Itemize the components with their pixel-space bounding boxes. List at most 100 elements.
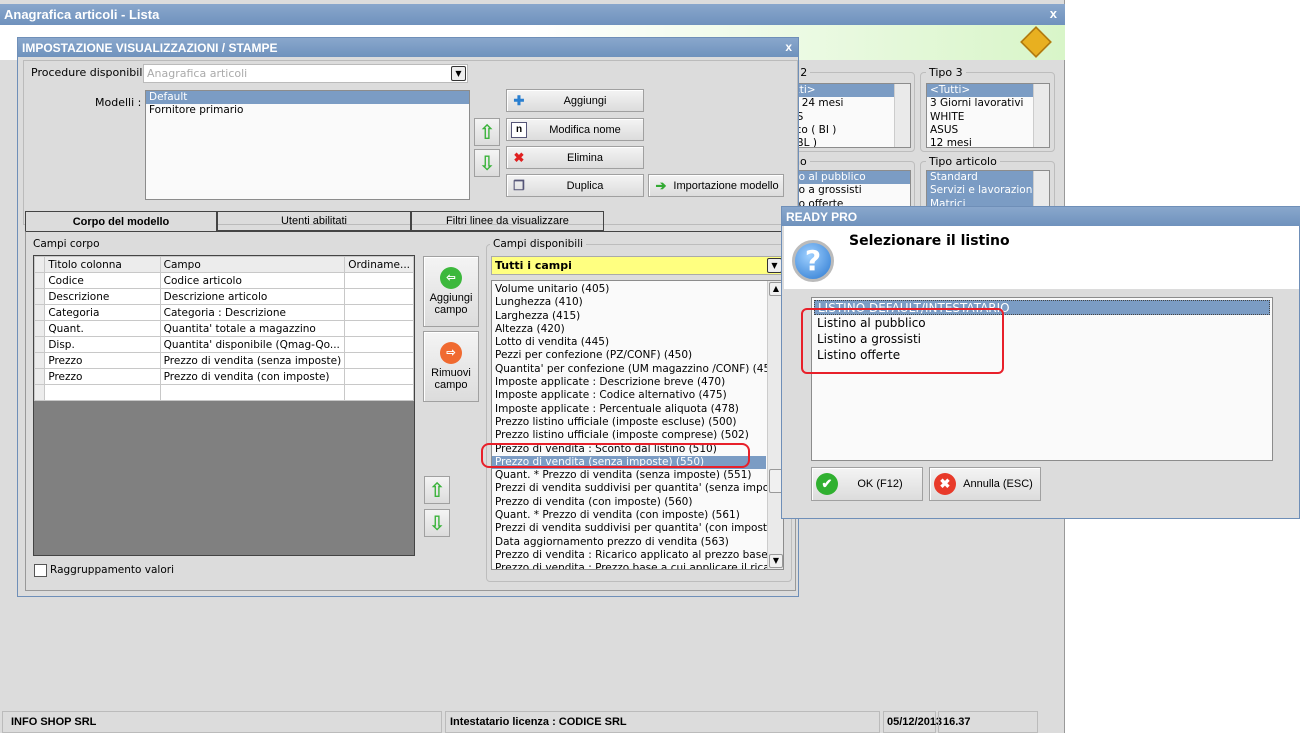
list-item[interactable]: 3 Giorni lavorativi [927, 97, 1049, 110]
scrollbar[interactable] [1033, 171, 1049, 209]
list-item[interactable]: Prezzi di vendita suddivisi per quantita… [492, 482, 783, 495]
list-item[interactable]: Data aggiornamento prezzo di vendita (56… [492, 536, 766, 549]
chevron-down-icon[interactable]: ▼ [767, 258, 782, 273]
list-item[interactable]: WHITE [927, 111, 1049, 124]
scrollbar[interactable] [1033, 84, 1049, 147]
list-item[interactable]: 12 mesi [927, 137, 1049, 147]
list-item[interactable]: Imposte applicate : Percentuale aliquota… [492, 403, 766, 416]
move-up-button[interactable]: ⇧ [474, 118, 500, 146]
table-cell[interactable] [344, 352, 414, 369]
table-cell[interactable]: Prezzo di vendita (con imposte) [159, 368, 346, 385]
table-cell[interactable]: Quantita' totale a magazzino [159, 320, 346, 337]
chevron-down-icon[interactable]: ▼ [451, 66, 466, 81]
filter-select[interactable]: Tutti i campi ▼ [491, 256, 784, 275]
list-item[interactable]: Servizi e lavorazioni [927, 184, 1049, 198]
list-item[interactable]: Fornitore primario [146, 104, 469, 117]
table-cell[interactable]: Codice articolo [159, 272, 346, 289]
table-cell[interactable]: Descrizione articolo [159, 288, 346, 305]
ok-button[interactable]: ✔ OK (F12) [811, 467, 923, 501]
table-cell[interactable] [344, 368, 414, 385]
table-row[interactable]: Descrizione Descrizione articolo [33, 288, 414, 305]
tipo3-list[interactable]: <Tutti> 3 Giorni lavorativi WHITE ASUS 1… [926, 83, 1050, 148]
column-header[interactable]: Ordiname... [344, 256, 414, 273]
listino-bg-list[interactable]: ino al pubblico ino a grossisti ino offe… [785, 170, 911, 210]
list-item[interactable]: Imposte applicate : Descrizione breve (4… [492, 376, 766, 389]
table-cell[interactable] [344, 320, 414, 337]
table-row[interactable]: Quant. Quantita' totale a magazzino [33, 320, 414, 337]
list-item[interactable]: Prezzo di vendita : Prezzo base a cui ap… [492, 562, 783, 569]
field-down-button[interactable]: ⇩ [424, 509, 450, 537]
table-cell[interactable]: Codice [44, 272, 161, 289]
list-item[interactable]: Prezzo di vendita : Ricarico applicato a… [492, 549, 783, 562]
move-down-button[interactable]: ⇩ [474, 149, 500, 177]
list-item[interactable]: ( BL ) [786, 137, 910, 147]
row-header[interactable] [33, 336, 46, 353]
duplica-button[interactable]: ❐ Duplica [506, 174, 644, 197]
table-cell[interactable] [344, 304, 414, 321]
tipo-articolo-list[interactable]: Standard Servizi e lavorazioni Matrici [926, 170, 1050, 210]
importazione-button[interactable]: ➔ Importazione modello [648, 174, 784, 197]
table-row[interactable]: Prezzo Prezzo di vendita (con imposte) [33, 368, 414, 385]
list-item[interactable]: Altezza (420) [492, 323, 766, 336]
tipo2-list[interactable]: utti> ia 24 mesi US nco ( BI ) ( BL ) [785, 83, 911, 148]
list-item[interactable]: Prezzo listino ufficiale (imposte compre… [492, 429, 766, 442]
table-row[interactable]: Categoria Categoria : Descrizione [33, 304, 414, 321]
list-item[interactable]: Prezzo di vendita (con imposte) (560) [492, 496, 766, 509]
tab-corpo[interactable]: Corpo del modello [25, 211, 217, 232]
scrollbar[interactable] [894, 84, 910, 147]
row-header[interactable] [33, 384, 46, 401]
table-row[interactable] [33, 384, 414, 401]
table-cell[interactable]: Disp. [44, 336, 161, 353]
list-item[interactable]: US [786, 111, 910, 124]
table-cell[interactable]: Categoria : Descrizione [159, 304, 346, 321]
aggiungi-button[interactable]: ✚ Aggiungi [506, 89, 644, 112]
table-cell[interactable]: Quantita' disponibile (Qmag-Qo... [159, 336, 346, 353]
table-row[interactable]: Prezzo Prezzo di vendita (senza imposte) [33, 352, 414, 369]
table-cell[interactable] [344, 288, 414, 305]
list-item[interactable]: Quantita' per confezione (UM magazzino /… [492, 363, 781, 376]
table-cell[interactable] [344, 384, 414, 401]
list-item[interactable]: Lunghezza (410) [492, 296, 766, 309]
row-header[interactable] [33, 368, 46, 385]
table-cell[interactable]: Categoria [44, 304, 161, 321]
list-item[interactable]: ino al pubblico [786, 171, 910, 185]
list-item[interactable]: Prezzo listino ufficiale (imposte esclus… [492, 416, 766, 429]
procedure-select[interactable]: Anagrafica articoli ▼ [143, 64, 468, 83]
list-item[interactable]: <Tutti> [927, 84, 1049, 98]
field-up-button[interactable]: ⇧ [424, 476, 450, 504]
tab-filtri[interactable]: Filtri linee da visualizzare [411, 211, 604, 231]
list-item[interactable]: Volume unitario (405) [492, 283, 766, 296]
modelli-list[interactable]: Default Fornitore primario [145, 90, 470, 200]
elimina-button[interactable]: ✖ Elimina [506, 146, 644, 169]
table-cell[interactable] [344, 336, 414, 353]
table-cell[interactable] [44, 384, 161, 401]
table-cell[interactable] [159, 384, 346, 401]
list-item[interactable]: Standard [927, 171, 1049, 185]
table-row[interactable]: Codice Codice articolo [33, 272, 414, 289]
aggiungi-campo-button[interactable]: ⇦ Aggiungi campo [423, 256, 479, 327]
rimuovi-campo-button[interactable]: ⇨ Rimuovi campo [423, 331, 479, 402]
list-item[interactable]: utti> [786, 84, 910, 98]
campi-list[interactable]: Volume unitario (405) Lunghezza (410) Larg… [491, 280, 784, 570]
table-row[interactable]: Disp. Quantita' disponibile (Qmag-Qo... [33, 336, 414, 353]
table-cell[interactable]: Prezzo [44, 352, 161, 369]
list-item[interactable]: Prezzi di vendita suddivisi per quantita… [492, 522, 783, 535]
table-cell[interactable]: Quant. [44, 320, 161, 337]
list-item[interactable]: ia 24 mesi [786, 97, 910, 110]
list-item[interactable]: ino a grossisti [786, 184, 910, 197]
column-header[interactable]: Titolo colonna [44, 256, 161, 273]
settings-close-button[interactable]: x [785, 40, 792, 54]
list-item[interactable]: Pezzi per confezione (PZ/CONF) (450) [492, 349, 766, 362]
row-header[interactable] [33, 272, 46, 289]
column-header[interactable]: Campo [159, 256, 346, 273]
row-header[interactable] [33, 304, 46, 321]
table-cell[interactable]: Prezzo di vendita (senza imposte) [159, 352, 346, 369]
modifica-nome-button[interactable]: n Modifica nome [506, 118, 644, 141]
table-cell[interactable]: Prezzo [44, 368, 161, 385]
list-item[interactable]: Quant. * Prezzo di vendita (senza impost… [492, 469, 766, 482]
list-item[interactable]: ASUS [927, 124, 1049, 137]
raggruppamento-checkbox[interactable] [34, 564, 47, 577]
annulla-button[interactable]: ✖ Annulla (ESC) [929, 467, 1041, 501]
main-close-button[interactable]: x [1050, 6, 1057, 21]
list-item[interactable]: Imposte applicate : Codice alternativo (… [492, 389, 766, 402]
